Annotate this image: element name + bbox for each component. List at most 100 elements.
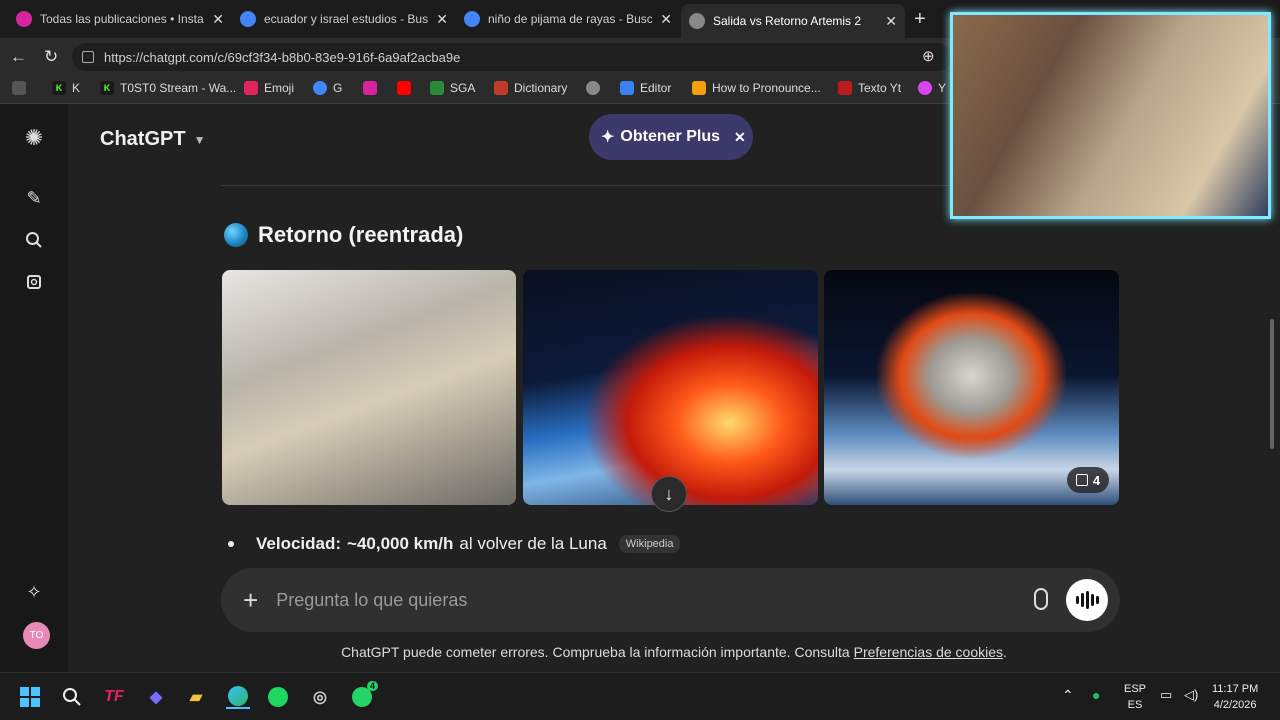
bookmark-chatgpt[interactable] [586, 81, 606, 95]
image-reentry-fireball[interactable] [523, 270, 818, 505]
reload-icon[interactable]: ↻ [44, 47, 58, 67]
model-selector[interactable]: ChatGPT ▼ [100, 128, 205, 151]
section-heading: Retorno (reentrada) [224, 222, 463, 248]
obs-icon[interactable]: ◎ [308, 685, 332, 709]
y-icon [918, 81, 932, 95]
back-arrow-icon[interactable]: ← [10, 47, 27, 67]
new-tab-button[interactable]: + [914, 8, 926, 31]
bookmark-label: Emoji [264, 81, 295, 95]
tf-app-icon[interactable]: TF [102, 685, 126, 709]
volume-icon[interactable]: ◁) [1184, 687, 1198, 703]
close-icon[interactable]: ✕ [885, 13, 897, 30]
taskbar: TF ◆ ▰ ◎ 4 ⌃ ● ESP ES ▭ ◁) 11:17 PM 4/2/… [0, 672, 1280, 720]
bookmark-instagram[interactable] [363, 81, 383, 95]
library-icon[interactable] [22, 270, 46, 294]
model-name: ChatGPT [100, 128, 186, 150]
texto-yt-icon [838, 81, 852, 95]
network-icon[interactable]: ▭ [1160, 687, 1172, 703]
source-badge[interactable]: Wikipedia [618, 535, 681, 553]
bookmark-g[interactable]: G [313, 81, 342, 95]
image-capsule-interior[interactable] [222, 270, 516, 505]
spotify-icon[interactable] [266, 685, 290, 709]
bookmark-label: How to Pronounce... [712, 81, 821, 95]
new-chat-icon[interactable]: ✎ [22, 186, 46, 210]
disclaimer-text: ChatGPT puede cometer errores. Comprueba… [341, 644, 850, 660]
image-count: 4 [1092, 472, 1101, 488]
site-info-icon[interactable] [82, 51, 94, 63]
bookmark-texto-yt[interactable]: Texto Yt [838, 81, 901, 95]
bookmark-dictionary[interactable]: Dictionary [494, 81, 567, 95]
bookmark-y[interactable]: Y [918, 81, 946, 95]
tab-chatgpt-active[interactable]: Salida vs Retorno Artemis 2 ✕ [681, 4, 905, 38]
kick-icon: K [100, 81, 114, 95]
bookmarks-menu-icon[interactable] [12, 81, 32, 95]
bookmark-label: Texto Yt [858, 81, 902, 95]
app-icon[interactable]: ◆ [144, 685, 168, 709]
google-icon [464, 11, 480, 27]
close-icon[interactable]: ✕ [734, 129, 746, 146]
section-heading-text: Retorno (reentrada) [258, 222, 464, 247]
close-icon[interactable]: ✕ [660, 11, 672, 28]
bookmark-tosto-stream[interactable]: K T0ST0 Stream - Wa... [100, 81, 236, 95]
bullet-dot [228, 541, 234, 547]
prompt-input[interactable]: Pregunta lo que quieras [276, 590, 1120, 611]
url-input[interactable]: https://chatgpt.com/c/69cf3f34-b8b0-83e9… [72, 43, 952, 71]
bookmarks-menu-icon [12, 81, 26, 95]
tab-google-search-2[interactable]: niño de pijama de rayas - Buscar con Goo… [456, 4, 680, 34]
microphone-icon[interactable] [1034, 588, 1048, 610]
google-icon [313, 81, 327, 95]
kick-icon: K [52, 81, 66, 95]
get-plus-button[interactable]: ✦ Obtener Plus ✕ [589, 114, 753, 160]
whatsapp-icon[interactable]: 4 [350, 681, 378, 709]
language-code: ESP [1124, 683, 1147, 695]
windows-start-icon[interactable] [18, 685, 42, 709]
bookmark-how-to-pronounce[interactable]: How to Pronounce... [692, 81, 821, 95]
clock[interactable]: 11:17 PM 4/2/2026 [1212, 681, 1258, 713]
list-item: Velocidad: ~40,000 km/h al volver de la … [228, 534, 681, 554]
search-icon[interactable] [60, 685, 84, 709]
cookie-preferences-link[interactable]: Preferencias de cookies [854, 644, 1003, 660]
tab-title: Todas las publicaciones • Instagram [40, 12, 204, 26]
zoom-icon[interactable]: ⊕ [922, 47, 935, 65]
gallery-icon [1075, 474, 1088, 486]
bookmark-label: Editor [640, 81, 672, 95]
bookmark-sga[interactable]: SGA [430, 81, 475, 95]
avatar[interactable]: TO [23, 622, 50, 649]
chatgpt-sidebar: ✺ ✎ ✧ TO [0, 104, 68, 672]
bookmark-editor[interactable]: Editor [620, 81, 671, 95]
scroll-down-button[interactable]: ↓ [651, 476, 687, 512]
globe-icon [224, 223, 248, 247]
openai-logo-icon[interactable]: ✺ [22, 125, 46, 150]
image-capsule-reentry[interactable]: 4 [824, 270, 1119, 505]
scrollbar[interactable] [1270, 319, 1274, 449]
search-icon[interactable] [22, 228, 46, 252]
bookmark-youtube[interactable] [397, 81, 417, 95]
edge-browser-icon[interactable] [226, 685, 250, 709]
image-count-badge[interactable]: 4 [1067, 467, 1109, 493]
pronounce-icon [692, 81, 706, 95]
google-icon [240, 11, 256, 27]
close-icon[interactable]: ✕ [212, 11, 224, 28]
get-plus-label: Obtener Plus [620, 128, 720, 145]
url-text: https://chatgpt.com/c/69cf3f34-b8b0-83e9… [104, 49, 461, 65]
bookmark-label: K [72, 81, 81, 95]
upgrade-sparkle-icon[interactable]: ✧ [22, 580, 46, 604]
file-explorer-icon[interactable]: ▰ [184, 685, 208, 709]
voice-mode-button[interactable] [1066, 579, 1108, 621]
bookmark-k[interactable]: KK [52, 81, 80, 95]
bookmark-emoji[interactable]: Emoji [244, 81, 294, 95]
editor-icon [620, 81, 634, 95]
instagram-icon [16, 11, 32, 27]
microphone-icon[interactable]: ● [1092, 687, 1100, 703]
bookmark-label: T0ST0 Stream - Wa... [120, 81, 237, 95]
edge-logo [228, 686, 248, 706]
tab-google-search-1[interactable]: ecuador y israel estudios - Buscar con G… [232, 4, 456, 34]
tab-instagram[interactable]: Todas las publicaciones • Instagram ✕ [8, 4, 232, 34]
add-attachment-button[interactable]: + [243, 585, 258, 616]
chevron-up-icon[interactable]: ⌃ [1062, 687, 1074, 703]
language-indicator[interactable]: ESP ES [1124, 681, 1146, 713]
instagram-icon [363, 81, 377, 95]
divider [221, 185, 951, 186]
waveform-bar [1095, 596, 1099, 604]
close-icon[interactable]: ✕ [436, 11, 448, 28]
